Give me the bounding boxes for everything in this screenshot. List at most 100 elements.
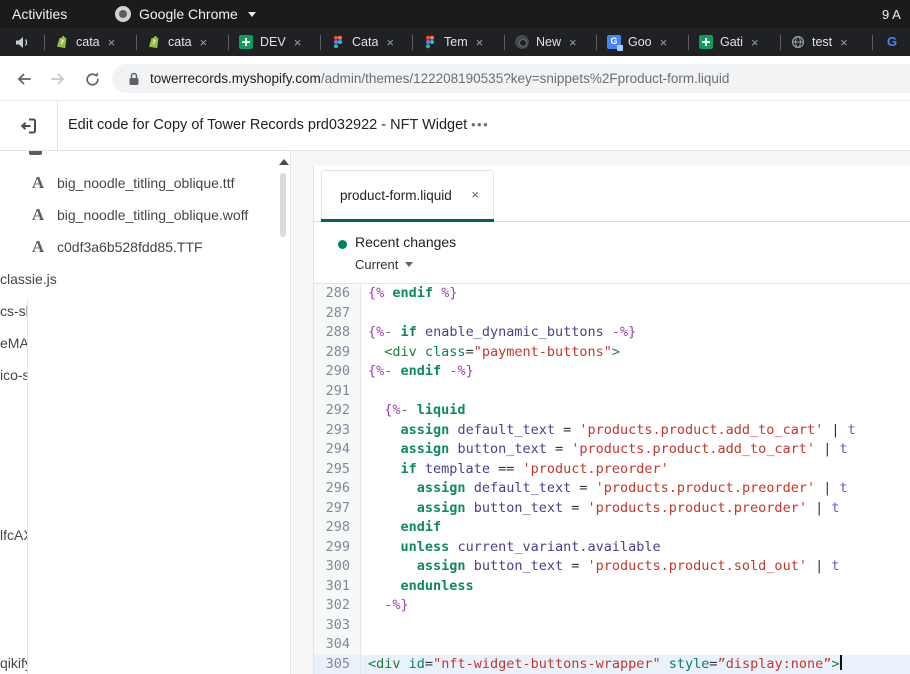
code-line[interactable]: 287 [314,304,910,324]
code-file-icon: {/} [27,300,291,674]
close-tab-icon[interactable]: × [471,187,479,202]
browser-tab-strip: cata×cata×DEV×Cata×Tem×New×GGoo×Gati×tes… [0,28,910,56]
browser-tab[interactable]: test × [781,35,872,50]
file-name: big_noodle_titling_oblique.woff [57,207,248,223]
code-line[interactable]: 302 -%} [314,596,910,616]
close-tab-icon[interactable]: × [200,35,208,50]
code-line[interactable]: 289 <div class="payment-buttons"> [314,343,910,363]
close-tab-icon[interactable]: × [660,35,668,50]
back-button[interactable] [12,67,36,91]
browser-tab[interactable]: cata× [45,35,136,50]
code-line[interactable]: 301 endunless [314,577,910,597]
chevron-down-icon [248,12,256,17]
close-tab-icon[interactable]: × [108,35,116,50]
figma-icon [331,35,345,49]
screen: Activities Google Chrome 9 A cata×cata×D… [0,0,910,674]
font-file-icon: A [27,205,49,225]
tab-title: DEV [260,35,286,49]
line-number: 300 [314,557,361,577]
code-line[interactable]: 299 unless current_variant.available [314,538,910,558]
code-line[interactable]: 293 assign default_text = 'products.prod… [314,421,910,441]
lock-icon[interactable] [128,72,140,86]
code-line-text: {% endif %} [361,284,910,304]
code-line-text: if template == 'product.preorder' [361,460,910,480]
browser-tab[interactable]: New × [505,35,596,50]
code-line[interactable]: 298 endif [314,518,910,538]
code-line-text: endunless [361,577,910,597]
line-number: 289 [314,343,361,363]
code-line[interactable]: 296 assign default_text = 'products.prod… [314,479,910,499]
forward-button[interactable] [46,67,70,91]
code-line[interactable]: 295 if template == 'product.preorder' [314,460,910,480]
code-line-text: assign button_text = 'products.product.a… [361,440,910,460]
file-item-c0df3a6b528fdd85.TTF[interactable]: Ac0df3a6b528fdd85.TTF [0,231,290,263]
close-tab-icon[interactable]: × [751,35,759,50]
version-dropdown[interactable]: Current [355,257,413,272]
address-bar[interactable]: towerrecords.myshopify.com/admin/themes/… [112,64,910,93]
code-line[interactable]: 291 [314,382,910,402]
browser-tab[interactable]: Tem× [413,35,504,50]
tab-title: test [812,35,832,49]
line-number: 301 [314,577,361,597]
url-path: /admin/themes/122208190535?key=snippets%… [321,71,730,86]
code-line[interactable]: 288{%- if enable_dynamic_buttons -%} [314,323,910,343]
browser-tab-partial[interactable]: G [873,35,910,49]
line-number: 296 [314,479,361,499]
line-number: 299 [314,538,361,558]
file-item-big_noodle_titling_oblique.ttf[interactable]: Abig_noodle_titling_oblique.ttf [0,167,290,199]
line-number: 290 [314,362,361,382]
font-file-icon: A [27,237,49,257]
close-tab-icon[interactable]: × [569,35,577,50]
browser-tab[interactable]: Cata× [321,35,412,50]
activities-button[interactable]: Activities [12,6,67,22]
close-tab-icon[interactable]: × [840,35,848,50]
reload-button[interactable] [80,67,104,91]
file-item-classie.js[interactable]: {/}classie.js [0,263,290,295]
browser-toolbar: towerrecords.myshopify.com/admin/themes/… [0,56,910,101]
close-tab-icon[interactable]: × [386,35,394,50]
status-dot [338,240,347,249]
url-text: towerrecords.myshopify.com/admin/themes/… [150,71,729,86]
code-line[interactable]: 300 assign button_text = 'products.produ… [314,557,910,577]
code-line[interactable]: 303 [314,616,910,636]
code-line-text: unless current_variant.available [361,538,910,558]
scrollbar-thumb[interactable] [280,173,286,237]
code-line[interactable]: 305<div id="nft-widget-buttons-wrapper" … [314,655,910,674]
tab-title: New [536,35,561,49]
browser-tab[interactable]: DEV × [229,35,320,50]
close-tab-icon[interactable]: × [476,35,484,50]
version-dropdown-label: Current [355,257,398,272]
code-line-text [361,635,910,655]
code-line-text: {%- liquid [361,401,910,421]
code-line[interactable]: 290{%- endif -%} [314,362,910,382]
close-tab-icon[interactable]: × [294,35,302,50]
code-line[interactable]: 292 {%- liquid [314,401,910,421]
file-item-big_noodle_titling_oblique.woff[interactable]: Abig_noodle_titling_oblique.woff [0,199,290,231]
code-line[interactable]: 294 assign button_text = 'products.produ… [314,440,910,460]
file-item-qikify-tmenu-data.js[interactable]: {/}qikify-tmenu-data.js [0,647,290,674]
editor-tab-title: product-form.liquid [340,188,452,203]
code-line-text [361,616,910,636]
more-actions-button[interactable]: ••• [467,113,493,136]
code-line-text: {%- if enable_dynamic_buttons -%} [361,323,910,343]
clock-indicator[interactable]: 9 A [882,7,901,22]
code-line[interactable]: 286{% endif %} [314,284,910,304]
browser-tab[interactable]: GGoo× [597,35,688,50]
code-line-text [361,304,910,324]
code-line[interactable]: 304 [314,635,910,655]
app-menu-button[interactable]: Google Chrome [115,6,256,22]
code-line-text: assign button_text = 'products.product.s… [361,557,910,577]
speaker-icon[interactable] [0,36,44,49]
browser-tab[interactable]: Gati× [689,35,780,50]
editor-tab-product-form[interactable]: product-form.liquid × [321,170,494,222]
code-line-text: -%} [361,596,910,616]
line-number: 292 [314,401,361,421]
code-line[interactable]: 297 assign button_text = 'products.produ… [314,499,910,519]
line-number: 286 [314,284,361,304]
file-name: c0df3a6b528fdd85.TTF [57,239,203,255]
text-cursor [840,655,842,670]
browser-tab[interactable]: cata× [137,35,228,50]
scroll-up-arrow[interactable] [279,159,289,165]
exit-code-editor-button[interactable] [16,114,42,138]
code-area[interactable]: 286{% endif %}287288{%- if enable_dynami… [313,284,910,674]
